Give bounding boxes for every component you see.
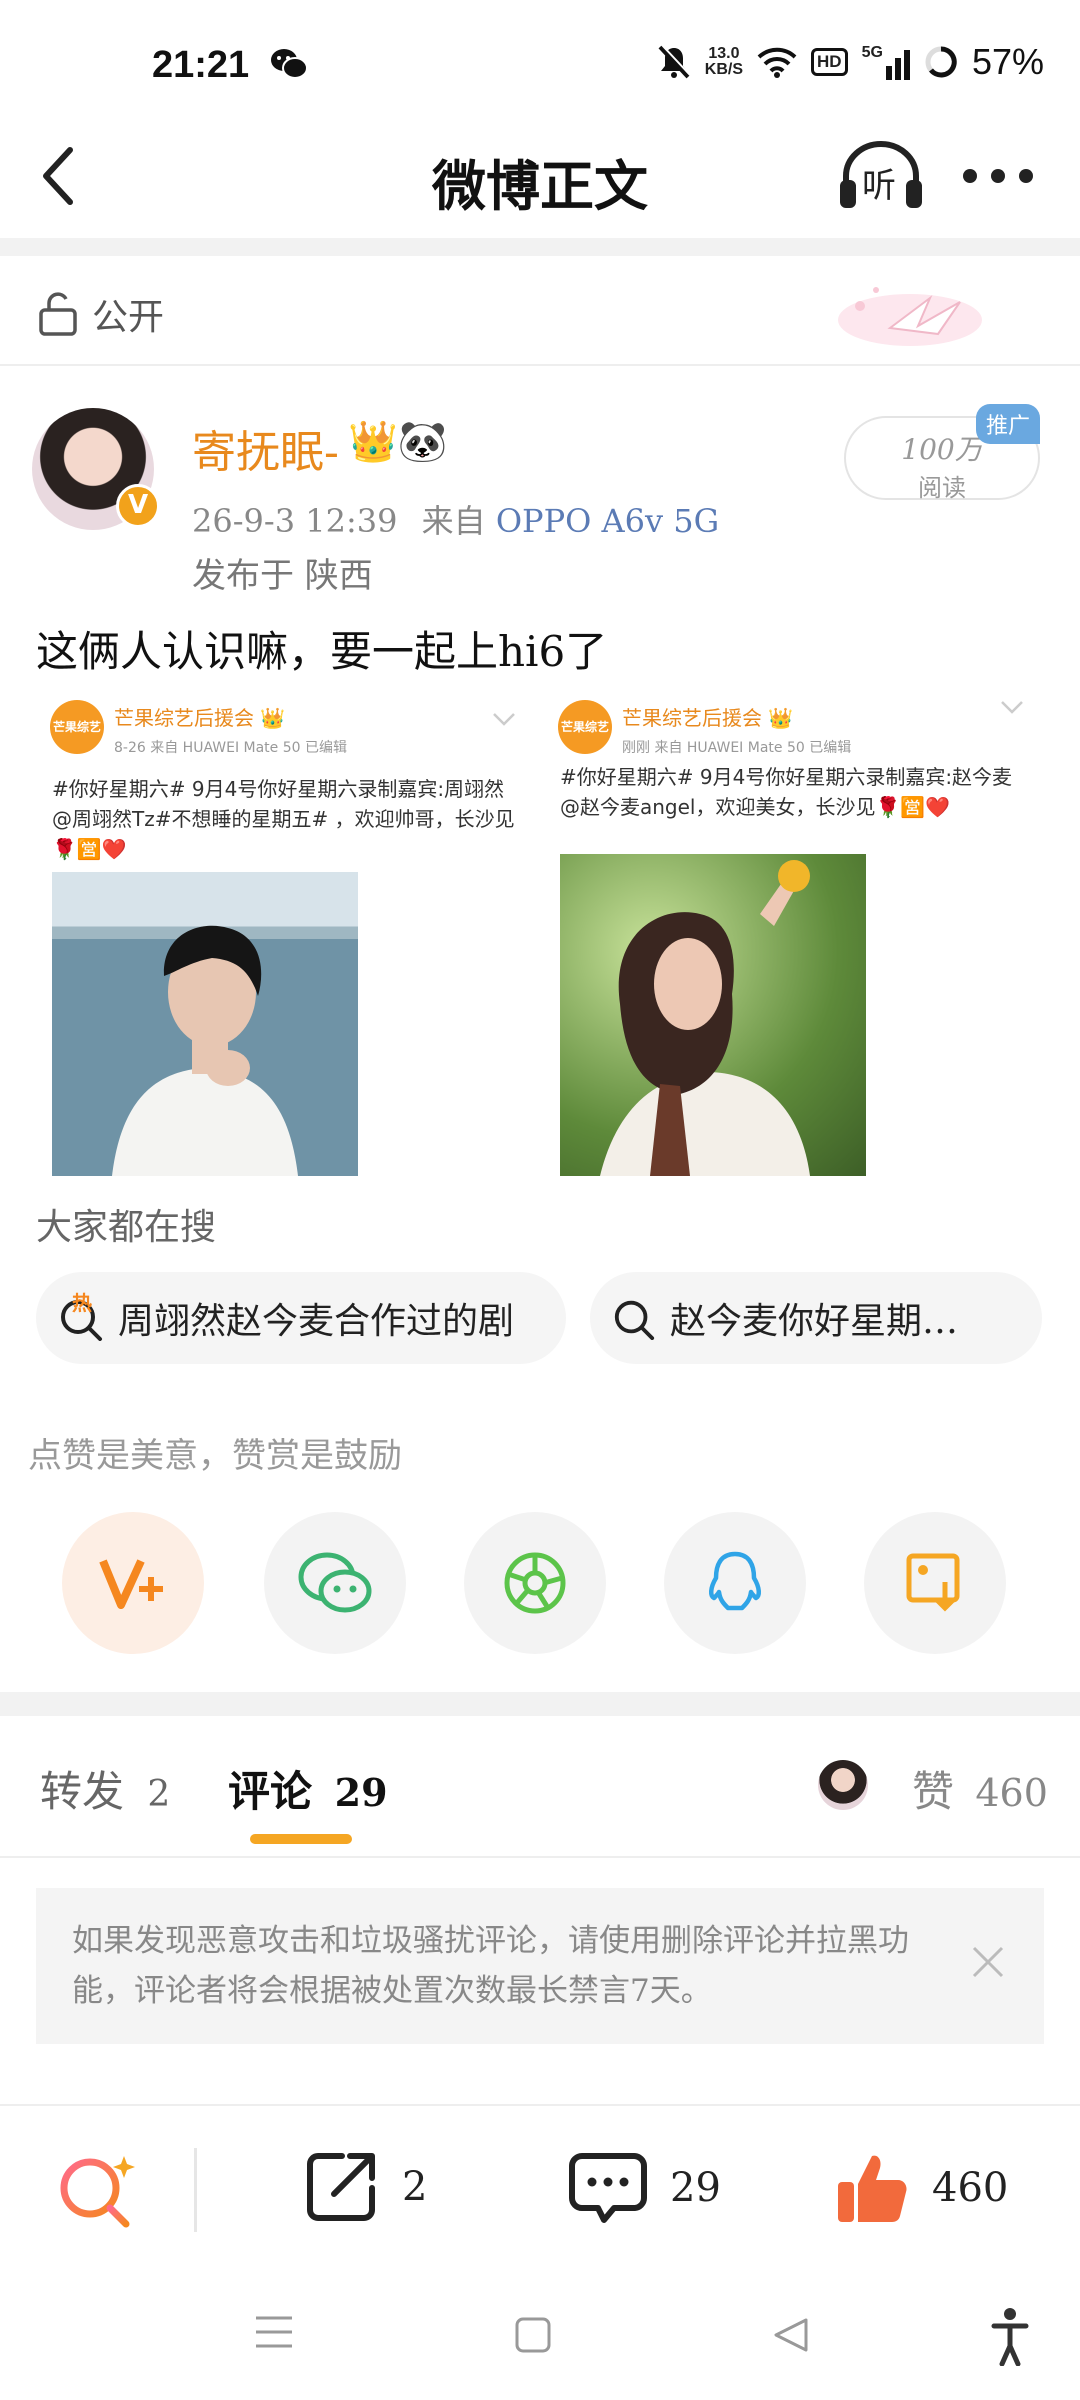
hd-badge: HD	[811, 48, 848, 76]
repost-button[interactable]: 2	[304, 2150, 427, 2224]
battery-percent: 57%	[971, 41, 1044, 82]
row-divider	[0, 364, 1080, 366]
action-divider	[194, 2148, 197, 2232]
post-text: 这俩人认识嘛，要一起上hi6了	[36, 627, 608, 676]
save-image-icon	[906, 1553, 960, 1612]
embed-author: 芒果综艺后援会 👑	[622, 706, 794, 730]
author-name[interactable]: 寄抚眠-	[192, 416, 339, 480]
repost-icon	[307, 2153, 375, 2221]
embed-logo: 芒果综艺	[50, 700, 104, 754]
section-divider	[0, 238, 1080, 256]
embed-header: 芒果综艺 芒果综艺后援会 👑 刚刚 来自 HUAWEI Mate 50 已编辑	[558, 700, 851, 757]
share-moments-button[interactable]	[464, 1512, 606, 1654]
active-tab-indicator	[250, 1834, 352, 1844]
recent-apps-icon[interactable]	[254, 2314, 294, 2350]
super-search-icon[interactable]	[56, 2150, 140, 2230]
reads-label: 阅读	[918, 474, 966, 502]
comment-button[interactable]: 29	[568, 2150, 721, 2226]
paper-crane-decoration	[838, 287, 982, 346]
post-from: 来自	[421, 502, 486, 540]
net-speed: 13.0 KB/S	[704, 45, 744, 78]
home-icon[interactable]	[514, 2316, 552, 2354]
embed-text: #你好星期六# 9月4号你好星期六录制嘉宾:赵今麦@赵今麦angel，欢迎美女，…	[560, 765, 1013, 819]
trending-search-pill-1[interactable]: 热 周翊然赵今麦合作过的剧	[36, 1272, 566, 1364]
chevron-down-icon[interactable]	[492, 712, 516, 726]
more-icon[interactable]	[962, 168, 1034, 184]
visibility-label: 公开	[92, 297, 165, 338]
embedded-post-1[interactable]: 芒果综艺 芒果综艺后援会 👑 8-26 来自 HUAWEI Mate 50 已编…	[36, 686, 536, 1182]
reward-button[interactable]	[62, 1512, 204, 1654]
visibility-row[interactable]: 公开	[38, 288, 164, 340]
moments-icon	[504, 1552, 566, 1614]
section-divider	[0, 1692, 1080, 1716]
wechat-icon	[271, 49, 308, 79]
status-bar: 21:21 13.0 KB/S HD 5G 57%	[0, 0, 1080, 120]
tab-like[interactable]: 赞 460	[912, 1758, 1048, 1819]
close-icon[interactable]	[970, 1944, 1006, 1980]
author-badges: 👑🐼	[348, 419, 448, 465]
system-back-icon[interactable]	[772, 2316, 810, 2354]
embedded-post-2[interactable]: 芒果综艺 芒果综艺后援会 👑 刚刚 来自 HUAWEI Mate 50 已编辑 …	[544, 686, 1044, 1182]
embed-text: #你好星期六# 9月4号你好星期六录制嘉宾:周翊然@周翊然Tz#不想睡的星期五#…	[52, 777, 515, 861]
embed-meta: 8-26 来自 HUAWEI Mate 50 已编辑	[114, 740, 348, 756]
comment-count: 29	[670, 2165, 721, 2211]
trending-search-heading: 大家都在搜	[36, 1207, 217, 1248]
signal-icon: 5G	[862, 44, 910, 80]
hot-search-icon: 热	[58, 1291, 104, 1341]
promo-badge: 推广	[976, 404, 1041, 444]
embed-header: 芒果综艺 芒果综艺后援会 👑 8-26 来自 HUAWEI Mate 50 已编…	[50, 700, 347, 757]
search-icon	[614, 1300, 655, 1340]
qq-icon	[709, 1551, 761, 1611]
praise-line: 点赞是美意，赞赏是鼓励	[28, 1436, 402, 1476]
woman-photo-illustration	[600, 860, 810, 1176]
embed-logo: 芒果综艺	[558, 700, 612, 754]
mute-icon	[658, 44, 691, 79]
embed-author: 芒果综艺后援会 👑	[114, 706, 286, 730]
liker-avatar[interactable]	[818, 1760, 868, 1810]
comment-icon	[569, 2153, 647, 2223]
tab-comment[interactable]: 评论 29	[228, 1758, 388, 1819]
like-button[interactable]: 460	[834, 2150, 1008, 2226]
thumbs-up-icon	[838, 2155, 907, 2222]
listen-button[interactable]: 听	[838, 140, 924, 210]
post-location: 发布于 陕西	[192, 556, 373, 596]
status-time: 21:21	[152, 44, 250, 86]
tab-divider	[0, 1856, 1080, 1858]
pill-label: 赵今麦你好星期…	[670, 1301, 959, 1342]
share-wechat-button[interactable]	[264, 1512, 406, 1654]
embed-photo-man[interactable]	[52, 872, 358, 1176]
status-icons: 13.0 KB/S HD 5G 57%	[657, 40, 1044, 84]
accessibility-icon[interactable]	[990, 2306, 1030, 2366]
tab-repost[interactable]: 转发 2	[40, 1758, 170, 1819]
unlock-icon	[39, 292, 77, 336]
action-bar-divider	[0, 2104, 1080, 2106]
battery-icon	[925, 46, 957, 78]
reward-v-icon	[99, 1559, 163, 1609]
listen-label: 听	[862, 166, 896, 206]
man-photo-illustration	[112, 925, 298, 1176]
hot-badge: 热	[72, 1291, 92, 1315]
comment-notice-text: 如果发现恶意攻击和垃圾骚扰评论，请使用删除评论并拉黑功能，评论者将会根据被处置次…	[72, 1923, 909, 2009]
pill-label: 周翊然赵今麦合作过的剧	[118, 1301, 515, 1342]
like-count: 460	[932, 2165, 1009, 2211]
wechat-share-icon	[298, 1552, 372, 1613]
save-image-button[interactable]	[864, 1512, 1006, 1654]
post-device[interactable]: OPPO A6v 5G	[496, 502, 719, 540]
verified-badge: V	[116, 484, 160, 528]
trending-search-pill-2[interactable]: 赵今麦你好星期…	[590, 1272, 1042, 1364]
post-date: 26-9-3 12:39	[192, 502, 398, 540]
repost-count: 2	[402, 2164, 428, 2210]
embed-meta: 刚刚 来自 HUAWEI Mate 50 已编辑	[622, 740, 852, 756]
wifi-icon	[757, 47, 797, 78]
embed-photo-woman[interactable]	[560, 854, 866, 1176]
post-meta: 26-9-3 12:39 来自 OPPO A6v 5G	[192, 496, 719, 542]
chevron-down-icon[interactable]	[1000, 700, 1024, 714]
share-qq-button[interactable]	[664, 1512, 806, 1654]
